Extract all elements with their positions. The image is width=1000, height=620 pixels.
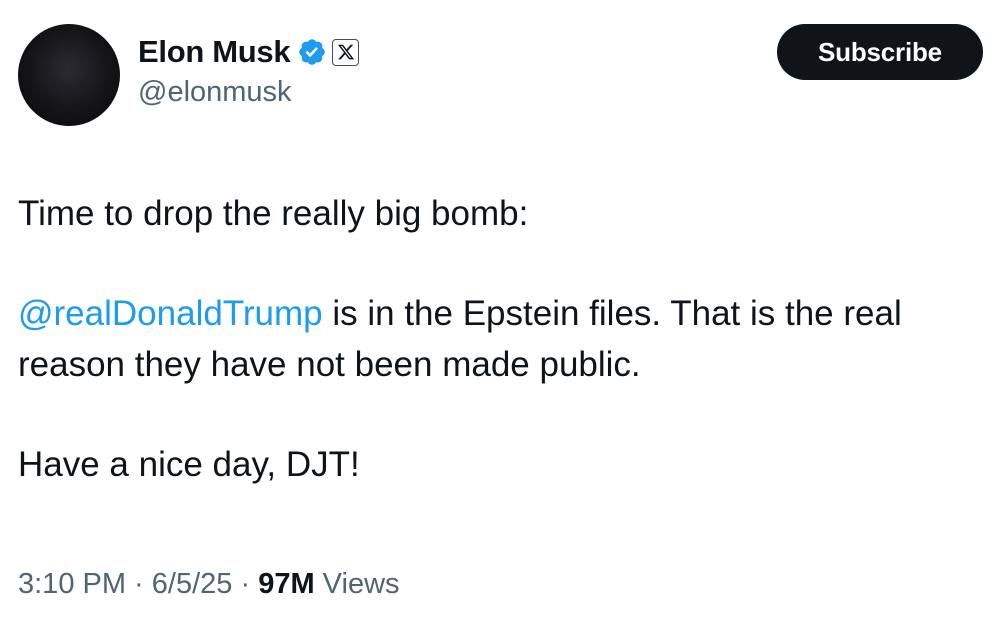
views-label: Views [314, 568, 400, 600]
tweet-date[interactable]: 6/5/25 [152, 568, 233, 600]
views-count[interactable]: 97M [258, 568, 314, 600]
meta-separator: · [232, 568, 259, 600]
mention-link[interactable]: @realDonaldTrump [18, 294, 323, 333]
tweet-text: Time to drop the really big bomb: @realD… [18, 188, 978, 490]
subscribe-button[interactable]: Subscribe [777, 24, 983, 80]
x-affiliate-icon[interactable] [332, 38, 360, 66]
tweet-card: Elon Musk @elonmusk Subscribe Time to dr… [0, 0, 1000, 620]
name-row: Elon Musk [138, 30, 360, 74]
display-name[interactable]: Elon Musk [138, 34, 291, 70]
verified-badge-icon[interactable] [297, 37, 327, 67]
tweet-time[interactable]: 3:10 PM [18, 568, 126, 600]
avatar[interactable] [18, 24, 120, 126]
author-block: Elon Musk @elonmusk [138, 30, 360, 109]
user-handle[interactable]: @elonmusk [138, 76, 359, 109]
tweet-paragraph-3: Have a nice day, DJT! [18, 445, 360, 484]
tweet-paragraph-2: @realDonaldTrump is in the Epstein files… [18, 288, 978, 390]
meta-separator: · [126, 568, 152, 600]
tweet-paragraph-1: Time to drop the really big bomb: [18, 194, 529, 233]
tweet-meta: 3:10 PM · 6/5/25 · 97M Views [18, 568, 400, 601]
